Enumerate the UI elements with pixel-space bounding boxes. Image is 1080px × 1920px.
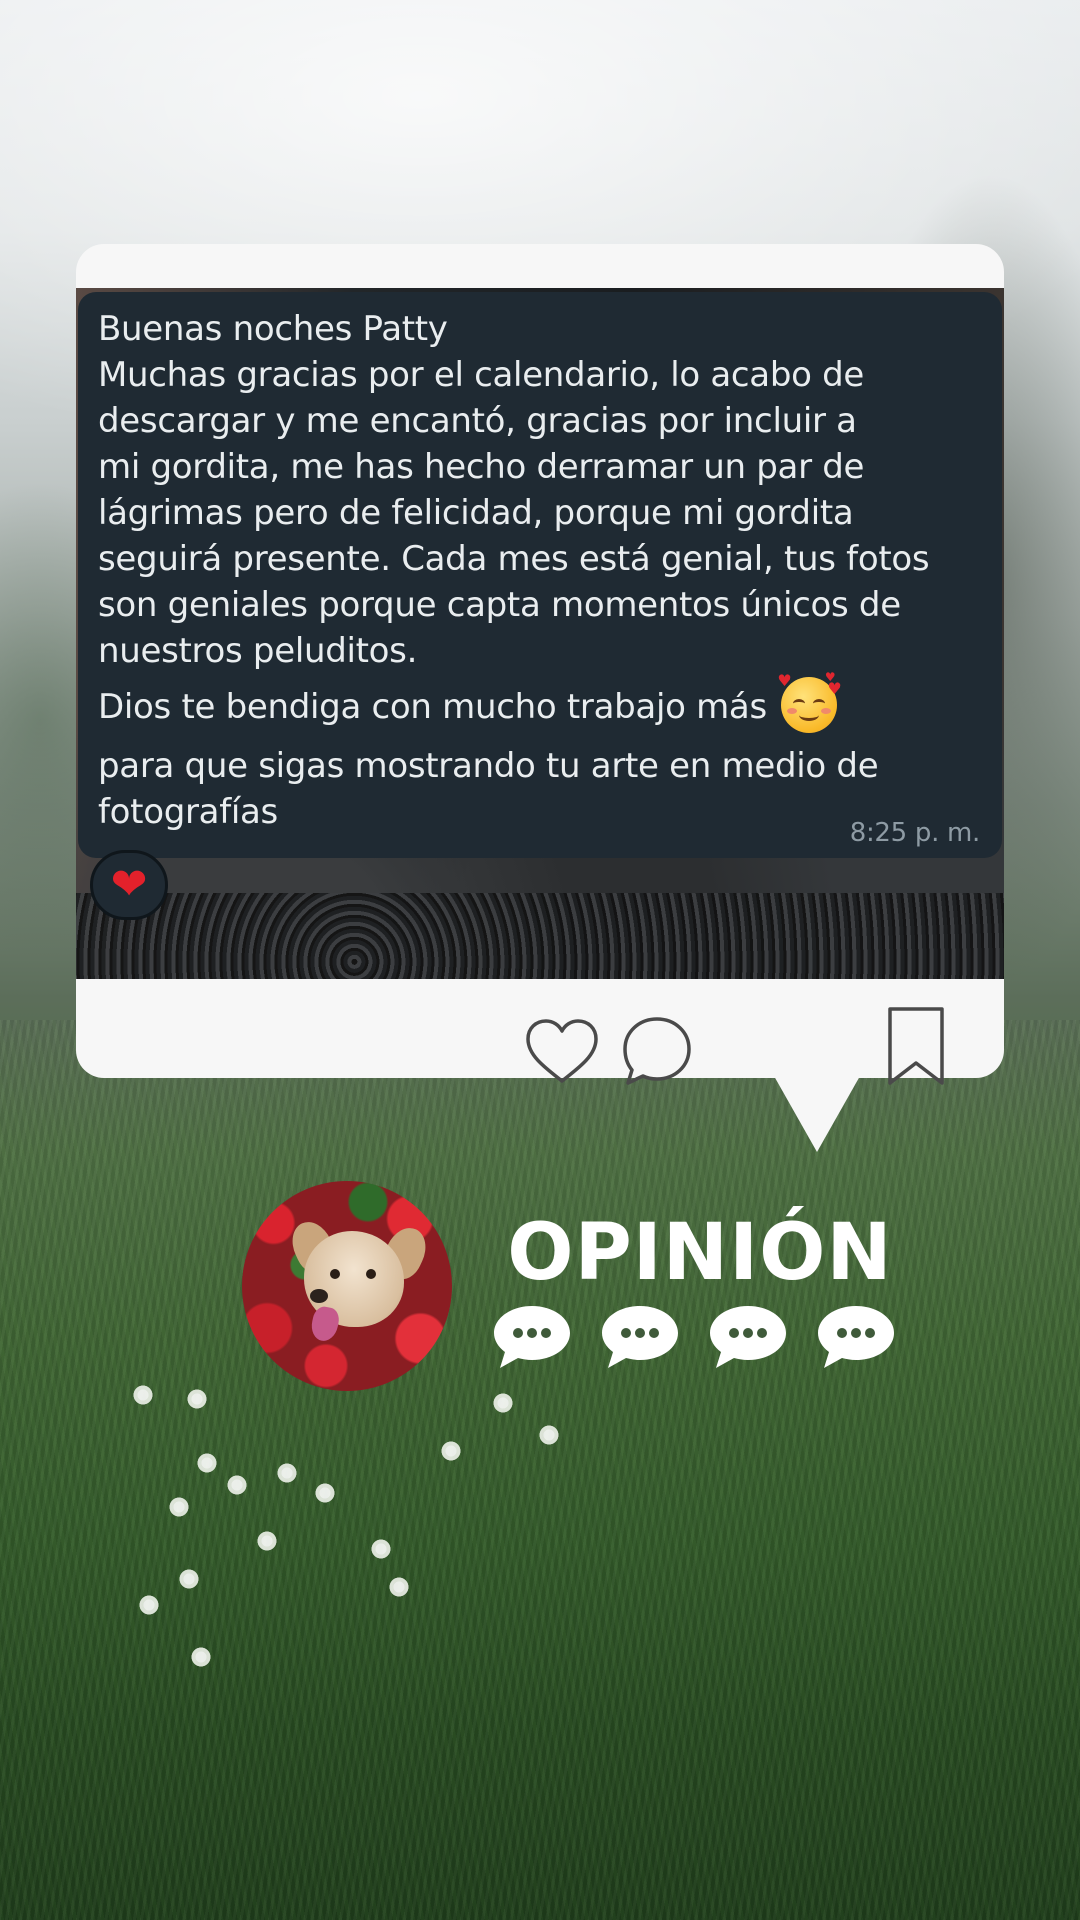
background-grass xyxy=(0,1020,1080,1920)
dog-eye xyxy=(366,1269,376,1279)
post-photo: Buenas noches Patty Muchas gracias por e… xyxy=(76,288,1004,979)
background-flower xyxy=(138,1594,160,1616)
message-line: para que sigas mostrando tu arte en medi… xyxy=(98,745,879,786)
opinion-title: OPINIÓN xyxy=(507,1208,893,1298)
chat-dots-icon xyxy=(818,1306,894,1368)
background-flower xyxy=(492,1392,514,1414)
chat-dots-icon xyxy=(710,1306,786,1368)
background-flower xyxy=(440,1440,462,1462)
chat-icons-row xyxy=(492,1304,902,1374)
message-line: Muchas gracias por el calendario, lo aca… xyxy=(98,355,865,395)
background-flower xyxy=(256,1530,278,1552)
bookmark-outline-icon[interactable] xyxy=(884,1005,948,1089)
message-line: nuestros peluditos. xyxy=(98,631,418,671)
background-flower xyxy=(168,1496,190,1518)
background-flower xyxy=(370,1538,392,1560)
page: Buenas noches Patty Muchas gracias por e… xyxy=(0,0,1080,1920)
message-line: lágrimas pero de felicidad, porque mi go… xyxy=(98,493,854,533)
comment-bubble-icon[interactable] xyxy=(620,1015,694,1089)
message-paragraph-1: Buenas noches Patty Muchas gracias por e… xyxy=(98,306,982,674)
chat-dots-icon xyxy=(602,1306,678,1368)
smiling-face-with-hearts-icon: ♥ ♥ ♥ xyxy=(777,670,842,733)
dog-nose xyxy=(310,1289,328,1303)
chat-dots-icon xyxy=(494,1306,570,1368)
post-action-bar xyxy=(76,979,1004,1085)
speech-bubble-tail xyxy=(774,1076,860,1152)
background-flower xyxy=(132,1384,154,1406)
photo-dog-fur xyxy=(76,893,1004,979)
message-line: mi gordita, me has hecho derramar un par… xyxy=(98,447,865,487)
background-flower xyxy=(226,1474,248,1496)
background-flower xyxy=(388,1576,410,1598)
chat-message-bubble: Buenas noches Patty Muchas gracias por e… xyxy=(78,292,1002,858)
post-card: Buenas noches Patty Muchas gracias por e… xyxy=(76,244,1004,1085)
message-timestamp: 8:25 p. m. xyxy=(849,818,981,848)
message-paragraph-2: Dios te bendiga con mucho trabajo más ♥ … xyxy=(98,670,982,733)
dog-eye xyxy=(330,1269,340,1279)
avatar xyxy=(242,1181,452,1391)
background-flower xyxy=(314,1482,336,1504)
background-flower xyxy=(196,1452,218,1474)
background-flower xyxy=(276,1462,298,1484)
background-flower xyxy=(186,1388,208,1410)
heart-reaction-icon[interactable]: ❤ xyxy=(90,850,168,920)
dog-tongue xyxy=(308,1304,342,1344)
message-line: Buenas noches Patty xyxy=(98,309,448,349)
message-line: son geniales porque capta momentos único… xyxy=(98,585,901,625)
heart-outline-icon[interactable] xyxy=(524,1017,600,1085)
message-line: Dios te bendiga con mucho trabajo más xyxy=(98,687,767,727)
message-line: descargar y me encantó, gracias por incl… xyxy=(98,401,857,441)
background-flower xyxy=(538,1424,560,1446)
background-flower xyxy=(178,1568,200,1590)
background-flower xyxy=(190,1646,212,1668)
message-line: seguirá presente. Cada mes está genial, … xyxy=(98,539,930,579)
